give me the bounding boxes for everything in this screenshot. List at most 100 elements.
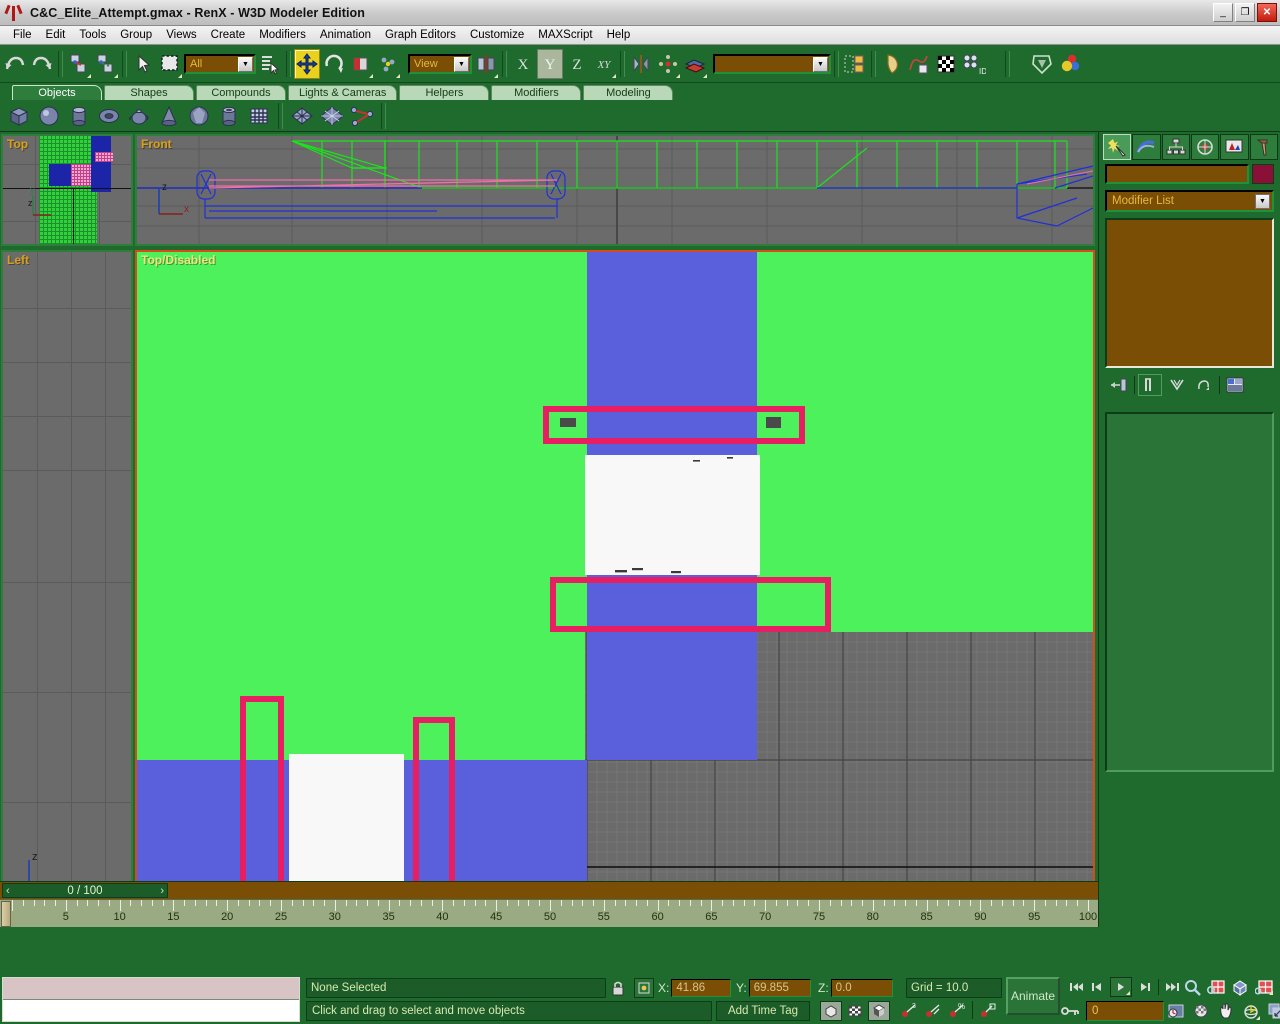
named-selection-list-icon[interactable] bbox=[842, 49, 868, 79]
selection-region-icon[interactable] bbox=[157, 49, 183, 79]
menu-item-tools[interactable]: Tools bbox=[72, 28, 113, 42]
select-and-link-icon[interactable] bbox=[66, 49, 92, 79]
geosphere-primitive-icon[interactable] bbox=[186, 103, 212, 129]
display-tab-icon[interactable] bbox=[1220, 134, 1248, 160]
select-by-name-icon[interactable] bbox=[257, 49, 283, 79]
material-id-icon[interactable]: ID bbox=[960, 49, 986, 79]
remove-modifier-icon[interactable] bbox=[1192, 374, 1216, 396]
torus-primitive-icon[interactable] bbox=[96, 103, 122, 129]
previous-frame-icon[interactable] bbox=[1088, 978, 1108, 996]
configure-modifier-sets-icon[interactable] bbox=[1223, 374, 1247, 396]
time-configuration-icon[interactable] bbox=[1166, 1001, 1186, 1021]
tri-patch-icon[interactable] bbox=[319, 103, 345, 129]
listener-input-pane[interactable] bbox=[3, 1000, 299, 1021]
time-slider-handle[interactable] bbox=[1, 901, 11, 927]
track-bar[interactable]: ‹ 0 / 100 › bbox=[0, 881, 1098, 899]
chevron-down-icon[interactable]: ▼ bbox=[454, 57, 469, 72]
menu-item-file[interactable]: File bbox=[6, 28, 39, 42]
frame-indicator[interactable]: ‹ 0 / 100 › bbox=[2, 883, 168, 898]
plane-grid-icon[interactable] bbox=[246, 103, 272, 129]
tab-modeling[interactable]: Modeling bbox=[583, 85, 673, 100]
tab-modifiers[interactable]: Modifiers bbox=[491, 85, 581, 100]
zoom-all-icon[interactable] bbox=[1206, 978, 1226, 996]
bone-system-icon[interactable] bbox=[349, 103, 375, 129]
snaps-3d-icon[interactable] bbox=[868, 1001, 890, 1021]
object-name-field[interactable] bbox=[1105, 164, 1249, 184]
modifier-parameters-rollout[interactable] bbox=[1105, 412, 1274, 772]
lock-selection-icon[interactable] bbox=[608, 978, 628, 998]
snap-toggle-icon[interactable]: 3 bbox=[900, 1001, 918, 1021]
x-coordinate-field[interactable]: 41.86 bbox=[671, 979, 731, 997]
play-animation-icon[interactable] bbox=[1110, 977, 1132, 997]
menu-item-animation[interactable]: Animation bbox=[313, 28, 378, 42]
z-coordinate-field[interactable]: 0.0 bbox=[831, 979, 893, 997]
select-and-rotate-icon[interactable] bbox=[321, 49, 347, 79]
viewport-top[interactable]: Top y z bbox=[1, 134, 133, 246]
y-coordinate-field[interactable]: 69.855 bbox=[749, 979, 811, 997]
field-of-view-icon[interactable] bbox=[1191, 1001, 1211, 1021]
curve-editor-icon[interactable] bbox=[906, 49, 932, 79]
angle-snap-icon[interactable] bbox=[924, 1001, 942, 1021]
pan-hand-icon[interactable] bbox=[1216, 1001, 1236, 1021]
tab-shapes[interactable]: Shapes bbox=[104, 85, 194, 100]
undo-arrow-icon[interactable] bbox=[2, 49, 28, 79]
chevron-down-icon[interactable]: ▼ bbox=[813, 57, 828, 72]
checker-pattern-icon[interactable] bbox=[933, 49, 959, 79]
modify-tab-icon[interactable] bbox=[1132, 134, 1160, 160]
restrict-to-y-icon[interactable]: Y bbox=[537, 49, 563, 79]
next-frame-arrow[interactable]: › bbox=[160, 885, 164, 897]
spinner-snap-icon[interactable] bbox=[979, 1001, 997, 1021]
listener-output-pane[interactable] bbox=[3, 978, 299, 1000]
hierarchy-tab-icon[interactable] bbox=[1162, 134, 1190, 160]
animate-button[interactable]: Animate bbox=[1006, 977, 1060, 1015]
select-and-move-icon[interactable] bbox=[294, 49, 320, 79]
modifier-list-dropdown[interactable]: Modifier List ▼ bbox=[1105, 190, 1274, 212]
add-time-tag-button[interactable]: Add Time Tag bbox=[716, 1001, 810, 1021]
mirror-axis-icon[interactable] bbox=[628, 49, 654, 79]
time-ruler[interactable]: 5101520253035404550556065707580859095100 bbox=[0, 899, 1098, 927]
menu-item-graph-editors[interactable]: Graph Editors bbox=[378, 28, 463, 42]
use-pivot-center-icon[interactable] bbox=[375, 49, 401, 79]
menu-item-create[interactable]: Create bbox=[204, 28, 253, 42]
select-and-scale-icon[interactable] bbox=[348, 49, 374, 79]
create-tab-icon[interactable] bbox=[1103, 134, 1131, 160]
render-scene-icon[interactable] bbox=[1056, 49, 1082, 79]
menu-item-modifiers[interactable]: Modifiers bbox=[252, 28, 313, 42]
go-to-start-icon[interactable] bbox=[1066, 978, 1086, 996]
cone-primitive-icon[interactable] bbox=[156, 103, 182, 129]
go-to-end-icon[interactable] bbox=[1163, 978, 1183, 996]
tab-objects[interactable]: Objects bbox=[12, 85, 102, 100]
modifier-stack-list[interactable] bbox=[1105, 218, 1274, 368]
select-object-arrow-icon[interactable] bbox=[130, 49, 156, 79]
menu-item-help[interactable]: Help bbox=[600, 28, 638, 42]
unlink-selection-icon[interactable] bbox=[93, 49, 119, 79]
close-button[interactable]: ✕ bbox=[1257, 3, 1277, 22]
absolute-relative-transform-icon[interactable] bbox=[634, 978, 654, 998]
restrict-to-x-icon[interactable]: X bbox=[510, 49, 536, 79]
zoom-extents-all-icon[interactable] bbox=[1254, 978, 1274, 996]
menu-item-group[interactable]: Group bbox=[113, 28, 159, 42]
make-unique-icon[interactable] bbox=[1165, 374, 1189, 396]
pin-stack-icon[interactable] bbox=[1107, 374, 1131, 396]
restrict-to-z-icon[interactable]: Z bbox=[564, 49, 590, 79]
redo-arrow-icon[interactable] bbox=[29, 49, 55, 79]
box-primitive-icon[interactable] bbox=[6, 103, 32, 129]
tab-lights-cameras[interactable]: Lights & Cameras bbox=[288, 85, 397, 100]
tab-compounds[interactable]: Compounds bbox=[196, 85, 286, 100]
maxscript-listener[interactable] bbox=[2, 977, 300, 1022]
viewport-front[interactable]: Front bbox=[135, 134, 1095, 246]
maximize-button[interactable]: ❐ bbox=[1235, 3, 1255, 22]
reference-coordinate-combo[interactable]: View ▼ bbox=[408, 54, 472, 74]
restrict-to-xy-plane-icon[interactable]: XY bbox=[591, 49, 617, 79]
material-editor-icon[interactable] bbox=[879, 49, 905, 79]
menu-item-views[interactable]: Views bbox=[159, 28, 203, 42]
show-end-result-icon[interactable] bbox=[1138, 374, 1162, 396]
tab-helpers[interactable]: Helpers bbox=[399, 85, 489, 100]
quad-patch-icon[interactable] bbox=[289, 103, 315, 129]
layer-manager-icon[interactable] bbox=[682, 49, 708, 79]
zoom-extents-icon[interactable] bbox=[1230, 978, 1250, 996]
arc-rotate-icon[interactable] bbox=[1241, 1001, 1261, 1021]
zoom-icon[interactable] bbox=[1182, 978, 1202, 996]
menu-item-maxscript[interactable]: MAXScript bbox=[531, 28, 599, 42]
menu-item-customize[interactable]: Customize bbox=[463, 28, 531, 42]
